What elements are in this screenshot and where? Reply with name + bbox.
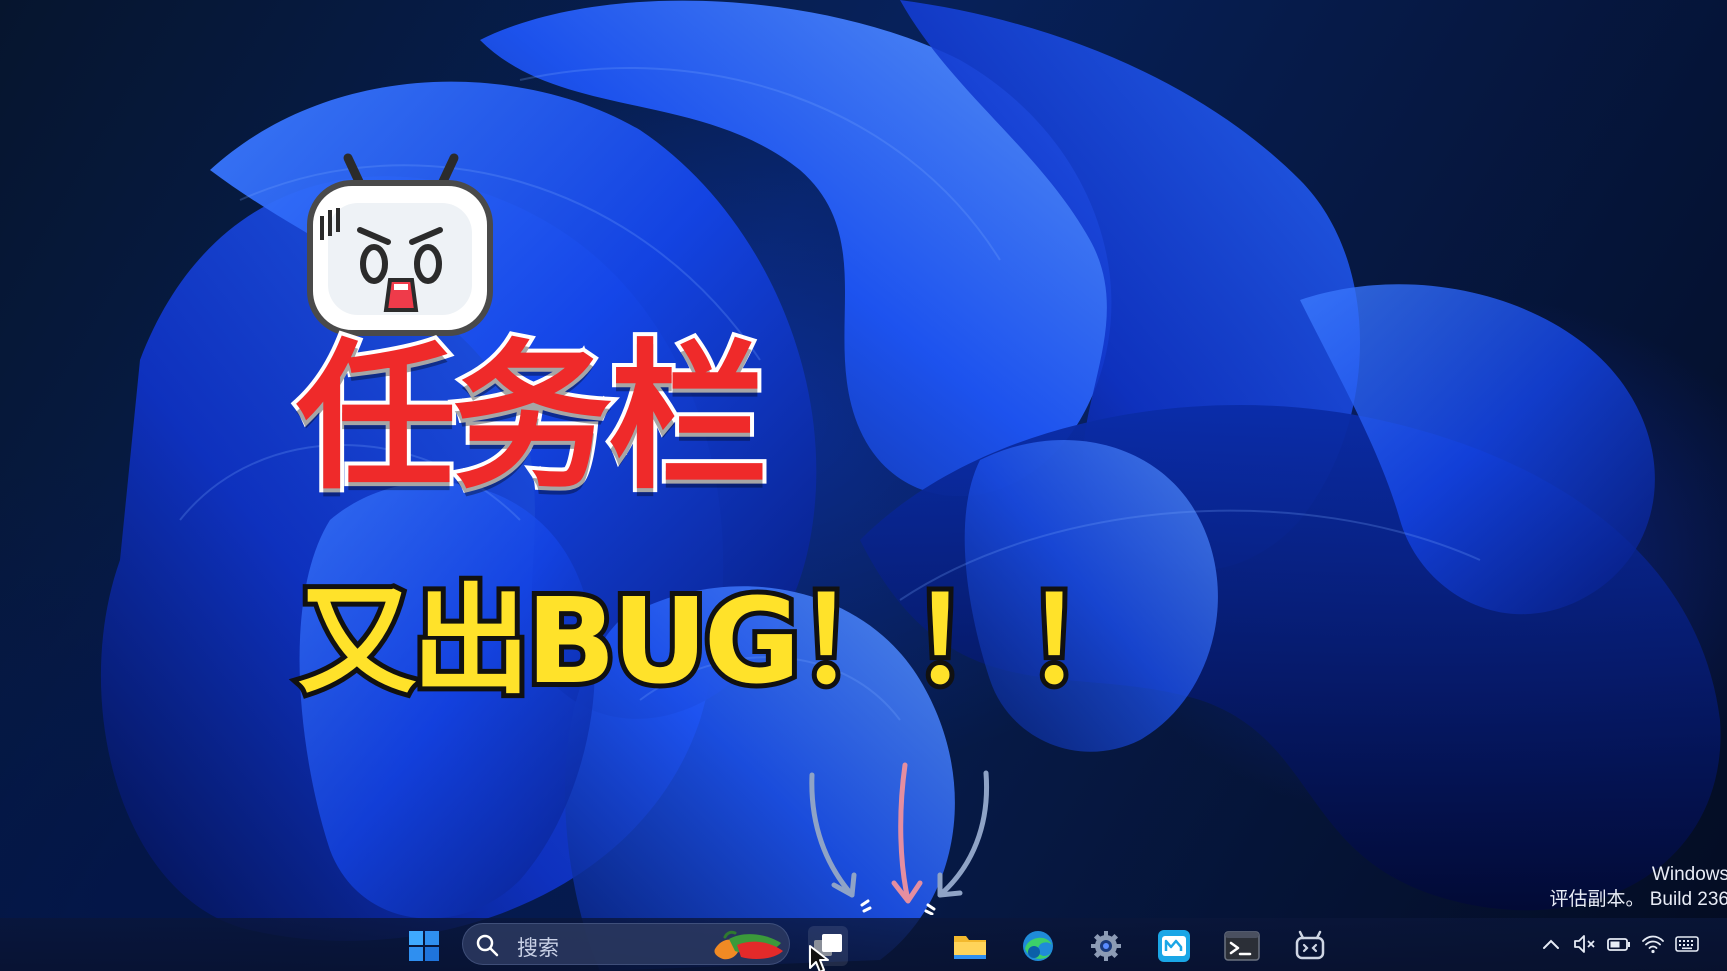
edge-browser-button[interactable] bbox=[1018, 926, 1058, 966]
evaluation-watermark: Windows 评估副本。 Build 236 bbox=[1549, 862, 1727, 912]
volume-muted-icon[interactable] bbox=[1573, 933, 1597, 955]
annotation-arrows bbox=[809, 762, 990, 915]
search-input[interactable]: 搜索 bbox=[462, 923, 790, 965]
dev-home-button[interactable] bbox=[1290, 926, 1330, 966]
mouse-cursor-icon bbox=[809, 945, 829, 971]
file-explorer-button[interactable] bbox=[950, 926, 990, 966]
file-explorer-icon bbox=[954, 936, 986, 959]
chevron-up-icon[interactable] bbox=[1539, 933, 1563, 955]
settings-icon bbox=[1091, 931, 1121, 961]
search-icon bbox=[476, 934, 499, 957]
search-placeholder: 搜索 bbox=[517, 936, 559, 960]
terminal-button[interactable] bbox=[1222, 926, 1262, 966]
app-button[interactable] bbox=[1154, 926, 1194, 966]
system-tray bbox=[1527, 918, 1727, 971]
keyboard-icon[interactable] bbox=[1675, 933, 1699, 955]
wifi-icon[interactable] bbox=[1641, 933, 1665, 955]
dev-home-icon bbox=[1295, 930, 1325, 960]
overlay-subtitle: 又出BUG！！！ bbox=[293, 572, 1148, 710]
edge-browser-icon bbox=[1023, 931, 1053, 961]
app-icon bbox=[1158, 930, 1190, 962]
taskbar: 搜索 bbox=[0, 918, 1727, 971]
overlay-title: 任务栏 bbox=[292, 324, 772, 511]
start-button[interactable] bbox=[404, 926, 444, 966]
start-icon bbox=[409, 931, 439, 961]
battery-icon[interactable] bbox=[1607, 933, 1631, 955]
desktop: 任务栏 又出BUG！！！ Windows 评估副本。 Build 236 搜索 bbox=[0, 0, 1727, 971]
mascot-sticker bbox=[307, 153, 493, 336]
settings-button[interactable] bbox=[1086, 926, 1126, 966]
terminal-icon bbox=[1224, 931, 1260, 961]
watermark-line-1: Windows bbox=[1651, 864, 1727, 885]
watermark-line-2: 评估副本。 Build 236 bbox=[1549, 889, 1727, 910]
search-highlight-chili-icon bbox=[714, 930, 783, 960]
